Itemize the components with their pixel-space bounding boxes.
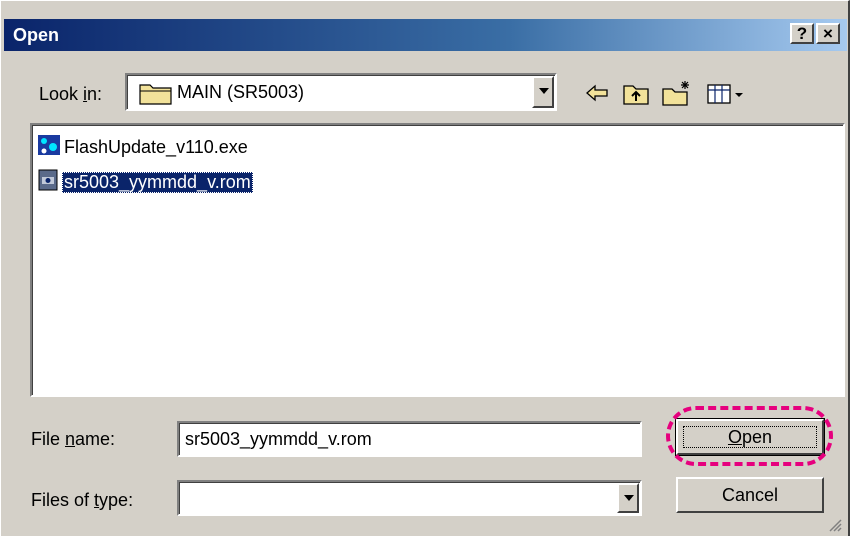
rom-file-icon (36, 168, 62, 197)
dialog-title: Open (13, 25, 60, 45)
view-menu-icon[interactable] (706, 79, 746, 107)
file-name-label: FlashUpdate_v110.exe (64, 136, 248, 157)
close-button[interactable]: × (816, 23, 840, 44)
look-in-dropdown-button[interactable] (532, 76, 554, 108)
up-one-level-icon[interactable] (622, 79, 650, 107)
file-name-input[interactable]: sr5003_yymmdd_v.rom (177, 421, 642, 457)
files-of-type-dropdown[interactable] (177, 480, 642, 516)
look-in-dropdown[interactable]: MAIN (SR5003) (125, 73, 557, 111)
new-folder-icon[interactable] (661, 79, 689, 107)
title-bar[interactable]: Open ? × (4, 19, 847, 51)
files-of-type-dropdown-button[interactable] (617, 483, 639, 513)
file-name-label: File name: (31, 429, 116, 449)
file-name-value: sr5003_yymmdd_v.rom (185, 429, 372, 449)
files-of-type-label: Files of type: (31, 490, 134, 510)
look-in-label: Look in: (39, 84, 103, 104)
resize-grip-icon[interactable] (828, 518, 842, 532)
highlight-annotation (666, 406, 833, 466)
file-name-label: sr5003_yymmdd_v.rom (62, 171, 253, 193)
cancel-button[interactable]: Cancel (676, 477, 824, 513)
folder-icon (139, 81, 173, 110)
file-list[interactable]: FlashUpdate_v110.exe sr5003_yymmdd_v.rom (30, 123, 845, 397)
executable-icon (36, 133, 62, 162)
look-in-value: MAIN (SR5003) (177, 82, 305, 102)
open-dialog: Open ? × Look in: MAIN (SR5003) FlashUpd… (0, 0, 850, 536)
help-button[interactable]: ? (790, 23, 814, 44)
back-icon[interactable] (583, 79, 611, 107)
list-item-rom[interactable]: sr5003_yymmdd_v.rom (36, 168, 253, 197)
list-item-flashupdate[interactable]: FlashUpdate_v110.exe (36, 133, 250, 162)
